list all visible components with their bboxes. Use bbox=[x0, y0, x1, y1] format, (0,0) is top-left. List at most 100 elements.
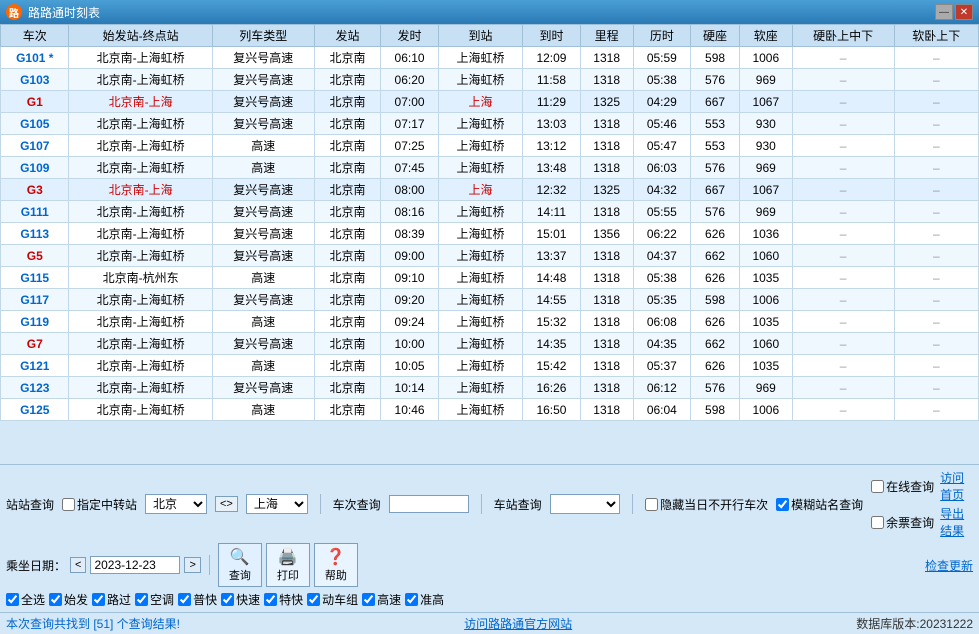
table-row[interactable]: G115北京南-杭州东高速北京南09:10上海虹桥14:48131805:386… bbox=[1, 267, 979, 289]
table-row[interactable]: G3北京南-上海复兴号高速北京南08:00上海12:32132504:32667… bbox=[1, 179, 979, 201]
table-cell: 969 bbox=[739, 377, 792, 399]
table-cell: 626 bbox=[691, 355, 740, 377]
print-label: 打印 bbox=[277, 567, 299, 583]
date-next-button[interactable]: > bbox=[184, 557, 200, 573]
table-cell: 1318 bbox=[580, 377, 633, 399]
table-cell: G123 bbox=[1, 377, 69, 399]
table-cell: 复兴号高速 bbox=[212, 223, 314, 245]
online-query-label[interactable]: 在线查询 bbox=[871, 469, 934, 503]
pass-through-label[interactable]: 路过 bbox=[92, 591, 131, 608]
date-input[interactable] bbox=[90, 556, 180, 574]
remain-ticket-label[interactable]: 余票查询 bbox=[871, 505, 934, 539]
high-speed-label[interactable]: 高速 bbox=[362, 591, 401, 608]
date-prev-button[interactable]: < bbox=[70, 557, 86, 573]
query-button[interactable]: 🔍 查询 bbox=[218, 543, 262, 587]
minimize-button[interactable]: — bbox=[935, 4, 953, 20]
table-cell: G3 bbox=[1, 179, 69, 201]
table-cell: 上海虹桥 bbox=[438, 135, 522, 157]
table-cell: 598 bbox=[691, 47, 740, 69]
app-icon: 路 bbox=[6, 4, 22, 20]
table-row[interactable]: G123北京南-上海虹桥复兴号高速北京南10:14上海虹桥16:26131806… bbox=[1, 377, 979, 399]
swap-stations-button[interactable]: <> bbox=[215, 496, 238, 512]
express-checkbox[interactable] bbox=[264, 593, 277, 606]
from-station-select[interactable]: 北京 bbox=[145, 494, 207, 514]
fast-checkbox[interactable] bbox=[221, 593, 234, 606]
table-row[interactable]: G7北京南-上海虹桥复兴号高速北京南10:00上海虹桥14:35131804:3… bbox=[1, 333, 979, 355]
export-results-link[interactable]: 导出结果 bbox=[940, 505, 973, 539]
table-cell: 05:38 bbox=[633, 267, 691, 289]
to-station-select[interactable]: 上海 bbox=[246, 494, 308, 514]
print-button[interactable]: 🖨️ 打印 bbox=[266, 543, 310, 587]
table-cell: 1006 bbox=[739, 289, 792, 311]
check-all-label[interactable]: 全选 bbox=[6, 591, 45, 608]
col-hard-seat: 硬座 bbox=[691, 25, 740, 47]
table-cell: 969 bbox=[739, 69, 792, 91]
table-cell: 北京南 bbox=[314, 69, 381, 91]
emu-label[interactable]: 动车组 bbox=[307, 591, 358, 608]
check-update-link[interactable]: 检查更新 bbox=[925, 559, 973, 573]
visit-homepage-link[interactable]: 访问首页 bbox=[940, 469, 973, 503]
table-cell: 667 bbox=[691, 179, 740, 201]
table-cell: 06:03 bbox=[633, 157, 691, 179]
check-all-checkbox[interactable] bbox=[6, 593, 19, 606]
table-row[interactable]: G125北京南-上海虹桥高速北京南10:46上海虹桥16:50131806:04… bbox=[1, 399, 979, 421]
fast-label[interactable]: 快速 bbox=[221, 591, 260, 608]
table-cell: 上海 bbox=[438, 91, 522, 113]
air-con-label[interactable]: 空调 bbox=[135, 591, 174, 608]
table-row[interactable]: G117北京南-上海虹桥复兴号高速北京南09:20上海虹桥14:55131805… bbox=[1, 289, 979, 311]
quasi-high-checkbox[interactable] bbox=[405, 593, 418, 606]
table-cell: 14:11 bbox=[523, 201, 581, 223]
table-row[interactable]: G121北京南-上海虹桥高速北京南10:05上海虹桥15:42131805:37… bbox=[1, 355, 979, 377]
table-cell: G117 bbox=[1, 289, 69, 311]
table-cell: 上海虹桥 bbox=[438, 47, 522, 69]
table-row[interactable]: G107北京南-上海虹桥高速北京南07:25上海虹桥13:12131805:47… bbox=[1, 135, 979, 157]
table-cell: 北京南-上海虹桥 bbox=[69, 157, 212, 179]
specify-middle-checkbox[interactable] bbox=[62, 498, 75, 511]
table-row[interactable]: G119北京南-上海虹桥高速北京南09:24上海虹桥15:32131806:08… bbox=[1, 311, 979, 333]
table-row[interactable]: G5北京南-上海虹桥复兴号高速北京南09:00上海虹桥13:37131804:3… bbox=[1, 245, 979, 267]
table-cell: 12:09 bbox=[523, 47, 581, 69]
express-label[interactable]: 特快 bbox=[264, 591, 303, 608]
remain-ticket-checkbox[interactable] bbox=[871, 516, 884, 529]
table-cell: 北京南-上海虹桥 bbox=[69, 135, 212, 157]
table-cell: 1067 bbox=[739, 179, 792, 201]
table-cell: 07:00 bbox=[381, 91, 439, 113]
fuzzy-station-label[interactable]: 模糊站名查询 bbox=[776, 496, 863, 513]
table-cell: 06:08 bbox=[633, 311, 691, 333]
hide-no-run-checkbox[interactable] bbox=[645, 498, 658, 511]
normal-checkbox[interactable] bbox=[178, 593, 191, 606]
table-cell: 626 bbox=[691, 223, 740, 245]
specify-middle-checkbox-label[interactable]: 指定中转站 bbox=[62, 496, 137, 513]
online-query-checkbox[interactable] bbox=[871, 480, 884, 493]
table-cell: 1318 bbox=[580, 135, 633, 157]
table-cell: 北京南-上海虹桥 bbox=[69, 311, 212, 333]
table-cell: 上海虹桥 bbox=[438, 355, 522, 377]
start-only-checkbox[interactable] bbox=[49, 593, 62, 606]
train-query-input[interactable] bbox=[389, 495, 469, 513]
normal-label[interactable]: 普快 bbox=[178, 591, 217, 608]
table-row[interactable]: G109北京南-上海虹桥高速北京南07:45上海虹桥13:48131806:03… bbox=[1, 157, 979, 179]
fuzzy-station-checkbox[interactable] bbox=[776, 498, 789, 511]
table-row[interactable]: G103北京南-上海虹桥复兴号高速北京南06:20上海虹桥11:58131805… bbox=[1, 69, 979, 91]
col-dep-station: 发站 bbox=[314, 25, 381, 47]
table-cell: 复兴号高速 bbox=[212, 289, 314, 311]
table-row[interactable]: G113北京南-上海虹桥复兴号高速北京南08:39上海虹桥15:01135606… bbox=[1, 223, 979, 245]
train-query-label: 车次查询 bbox=[333, 496, 381, 513]
high-speed-checkbox[interactable] bbox=[362, 593, 375, 606]
table-row[interactable]: G111北京南-上海虹桥复兴号高速北京南08:16上海虹桥14:11131805… bbox=[1, 201, 979, 223]
station-query-select[interactable] bbox=[550, 494, 621, 514]
table-cell: – bbox=[894, 91, 978, 113]
table-cell: 10:05 bbox=[381, 355, 439, 377]
emu-checkbox[interactable] bbox=[307, 593, 320, 606]
pass-through-checkbox[interactable] bbox=[92, 593, 105, 606]
start-only-label[interactable]: 始发 bbox=[49, 591, 88, 608]
table-cell: 09:00 bbox=[381, 245, 439, 267]
hide-no-run-label[interactable]: 隐藏当日不开行车次 bbox=[645, 496, 768, 513]
quasi-high-label[interactable]: 准高 bbox=[405, 591, 444, 608]
table-row[interactable]: G1北京南-上海复兴号高速北京南07:00上海11:29132504:29667… bbox=[1, 91, 979, 113]
close-button[interactable]: ✕ bbox=[955, 4, 973, 20]
air-con-checkbox[interactable] bbox=[135, 593, 148, 606]
table-row[interactable]: G105北京南-上海虹桥复兴号高速北京南07:17上海虹桥13:03131805… bbox=[1, 113, 979, 135]
table-row[interactable]: G101 *北京南-上海虹桥复兴号高速北京南06:10上海虹桥12:091318… bbox=[1, 47, 979, 69]
help-button[interactable]: ❓ 帮助 bbox=[314, 543, 358, 587]
